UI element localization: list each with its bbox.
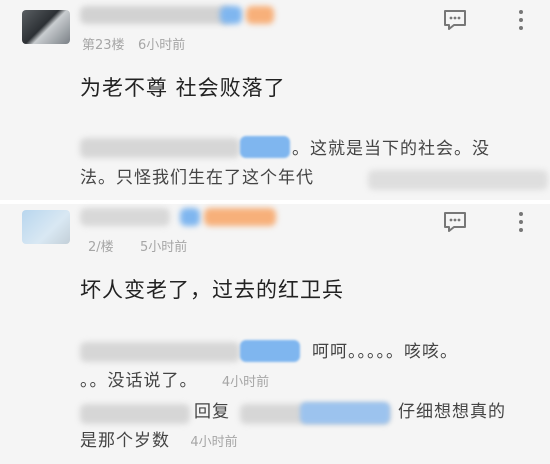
reply-text: 。。没话说了。 4小时前 [80,367,269,397]
comment-icon[interactable] [442,210,468,234]
reply-username-redacted [80,404,190,424]
badge-redacted [246,6,274,24]
avatar[interactable] [22,210,70,244]
reply-line: 仔细想想真的 [398,402,506,422]
floor-number: 2/楼 [88,240,114,255]
reply-tail-redacted [368,170,548,190]
badge-redacted [180,208,200,226]
reply-text: 。这就是当下的社会。没 [292,135,542,164]
more-vertical-icon[interactable] [514,8,528,32]
post-time: 5小时前 [140,240,188,255]
reply-badge-redacted [240,340,300,362]
reply-badge-redacted [240,136,290,158]
comment-text: 坏人变老了，过去的红卫兵 [80,278,344,302]
username-redacted[interactable] [80,6,230,24]
reply-line: 是那个岁数 [80,431,170,451]
comment-card-27: 2/楼 5小时前 坏人变老了，过去的红卫兵 呵呵。。。。。咳咳。 。。没话说了。… [0,204,550,464]
post-time: 6小时前 [138,38,186,53]
more-vertical-icon[interactable] [514,210,528,234]
reply-target-redacted [300,402,390,424]
comment-card-23: 第23楼 6小时前 为老不尊 社会败落了 。这就是当下的社会。没 法。只怪我们生… [0,0,550,200]
reply-text: 回复 [194,398,230,427]
badge-redacted [204,208,276,226]
floor-number: 第23楼 [82,38,125,53]
reply-text: 仔细想想真的 [398,398,506,427]
reply-line: 。这就是当下的社会。没 [292,139,490,159]
reply-time: 4小时前 [190,435,238,450]
reply-username-redacted [80,138,240,158]
comment-icon[interactable] [442,8,468,32]
reply-line: 。。没话说了。 [80,371,198,391]
reply-prefix: 回复 [194,402,230,422]
avatar[interactable] [22,10,70,44]
username-redacted[interactable] [80,208,170,226]
reply-username-redacted [80,342,240,362]
reply-time: 4小时前 [221,375,270,390]
reply-line: 呵呵。。。。。咳咳。 [312,342,458,362]
reply-text: 是那个岁数 4小时前 [80,427,238,457]
reply-text: 呵呵。。。。。咳咳。 [312,338,458,367]
comment-text: 为老不尊 社会败落了 [80,76,286,100]
badge-redacted [220,6,242,24]
